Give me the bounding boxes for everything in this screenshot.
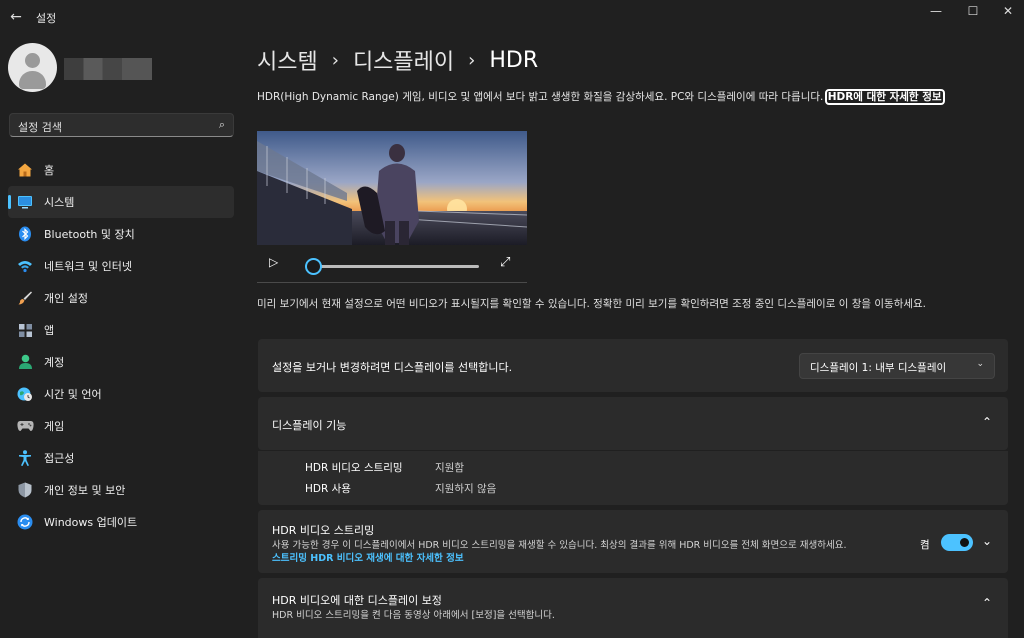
display-select-card: 설정을 보거나 변경하려면 디스플레이를 선택합니다. 디스플레이 1: 내부 … [258,339,1008,392]
toggle-label: 켬 [920,539,930,551]
capability-value: 지원하지 않음 [435,483,497,495]
sidebar-item-apps[interactable]: 앱 [8,314,234,346]
search-icon[interactable]: ⌕ [219,118,225,132]
breadcrumb-separator: › [331,49,339,71]
accessibility-icon [16,449,34,467]
capability-value: 지원함 [435,462,464,474]
sidebar-item-home[interactable]: 홈 [8,154,234,186]
brush-icon [16,289,34,307]
display-dropdown-value: 디스플레이 1: 내부 디스플레이 [810,362,947,374]
breadcrumb-display[interactable]: 디스플레이 [353,44,454,76]
display-dropdown[interactable]: 디스플레이 1: 내부 디스플레이 ⌄ [799,353,995,379]
shield-icon [16,481,34,499]
sidebar-item-bluetooth[interactable]: Bluetooth 및 장치 [8,218,234,250]
capability-name: HDR 사용 [305,483,351,495]
hdr-streaming-toggle[interactable] [941,534,973,551]
sidebar-item-accounts[interactable]: 계정 [8,346,234,378]
title-bar: ← 설정 — ☐ ✕ [0,0,1024,34]
hdr-streaming-link[interactable]: 스트리밍 HDR 비디오 재생에 대한 자세한 정보 [272,550,464,564]
back-arrow-icon[interactable]: ← [6,7,26,27]
calibration-desc: HDR 비디오 스트리밍을 켠 다음 동영상 아래에서 [보정]을 선택합니다. [272,610,555,621]
globe-clock-icon [16,385,34,403]
avatar[interactable] [8,43,57,92]
preview-note: 미리 보기에서 현재 설정으로 어떤 비디오가 표시될지를 확인할 수 있습니다… [257,298,927,310]
hdr-streaming-desc: 사용 가능한 경우 이 디스플레이에서 HDR 비디오 스트리밍을 재생할 수 … [272,540,847,551]
update-icon [16,513,34,531]
intro-description: HDR(High Dynamic Range) 게임, 비디오 및 앱에서 보다… [257,91,824,103]
app-title: 설정 [36,12,57,25]
account-icon [16,353,34,371]
video-player-controls: ▷ ⤢ [257,245,527,283]
chevron-up-icon[interactable]: ⌃ [982,596,992,610]
breadcrumb: 시스템 › 디스플레이 › HDR [257,44,538,76]
user-name-redacted [64,58,152,80]
seek-bar[interactable] [317,265,479,268]
maximize-button[interactable]: ☐ [955,0,991,24]
home-icon [16,161,34,179]
chevron-up-icon[interactable]: ⌃ [982,415,992,429]
search-input[interactable]: 설정 검색 ⌕ [9,113,234,137]
sidebar-nav: 홈 시스템 Bluetooth 및 장치 네트워크 및 인터넷 개인 설정 앱 [8,154,234,538]
close-button[interactable]: ✕ [990,0,1024,24]
page-title: HDR [489,47,539,73]
hdr-streaming-card: HDR 비디오 스트리밍 사용 가능한 경우 이 디스플레이에서 HDR 비디오… [258,510,1008,573]
chevron-down-icon: ⌄ [976,359,984,369]
sidebar-item-personalization[interactable]: 개인 설정 [8,282,234,314]
play-icon[interactable]: ▷ [269,255,278,269]
sidebar-item-time-language[interactable]: 시간 및 언어 [8,378,234,410]
search-placeholder: 설정 검색 [18,121,62,134]
seek-thumb[interactable] [305,258,322,275]
breadcrumb-system[interactable]: 시스템 [257,44,318,76]
gamepad-icon [16,417,34,435]
capabilities-title: 디스플레이 기능 [272,419,347,432]
apps-icon [16,321,34,339]
capabilities-header[interactable]: 디스플레이 기능 ⌃ [258,397,1008,450]
calibration-card[interactable]: HDR 비디오에 대한 디스플레이 보정 HDR 비디오 스트리밍을 켠 다음 … [258,578,1008,638]
sidebar-item-privacy-security[interactable]: 개인 정보 및 보안 [8,474,234,506]
calibration-title: HDR 비디오에 대한 디스플레이 보정 [272,594,442,607]
hdr-info-link[interactable]: HDR에 대한 자세한 정보 [824,89,945,105]
video-preview [257,131,527,245]
display-select-label: 설정을 보거나 변경하려면 디스플레이를 선택합니다. [272,361,513,374]
sidebar-item-gaming[interactable]: 게임 [8,410,234,442]
fullscreen-icon[interactable]: ⤢ [500,255,510,270]
hdr-streaming-title: HDR 비디오 스트리밍 [272,524,375,537]
system-icon [16,193,34,211]
minimize-button[interactable]: — [918,0,954,24]
wifi-icon [16,257,34,275]
chevron-down-icon[interactable]: ⌄ [982,534,992,548]
capability-name: HDR 비디오 스트리밍 [305,462,403,474]
breadcrumb-separator: › [468,49,476,71]
intro-text: HDR(High Dynamic Range) 게임, 비디오 및 앱에서 보다… [257,89,1007,105]
sidebar-item-system[interactable]: 시스템 [8,186,234,218]
sidebar-item-windows-update[interactable]: Windows 업데이트 [8,506,234,538]
sidebar-item-accessibility[interactable]: 접근성 [8,442,234,474]
capabilities-body: HDR 비디오 스트리밍 지원함 HDR 사용 지원하지 않음 [258,451,1008,505]
bluetooth-icon [16,225,34,243]
sidebar-item-network[interactable]: 네트워크 및 인터넷 [8,250,234,282]
